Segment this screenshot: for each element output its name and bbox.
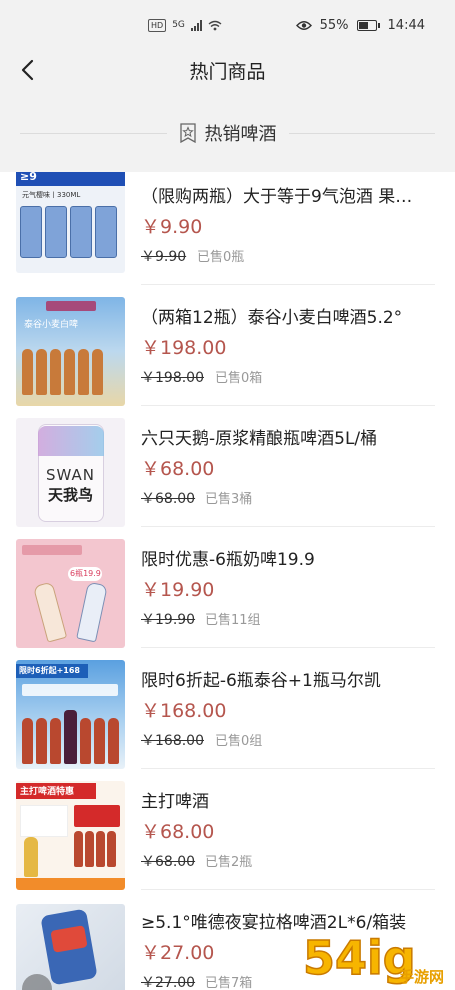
product-sold: 已售2瓶 <box>205 855 253 870</box>
battery-icon <box>356 19 380 31</box>
product-sold: 已售0瓶 <box>197 250 245 265</box>
product-thumbnail: 泰谷小麦白啤 <box>16 297 125 406</box>
product-old-price: ￥9.90 <box>141 249 187 265</box>
product-item[interactable]: SWAN 天我鸟 六只天鹅-原浆精酿瓶啤酒5L/桶 ￥68.00 ￥68.00 … <box>0 406 455 527</box>
product-price: ￥9.90 <box>141 216 203 238</box>
product-old-price: ￥68.00 <box>141 854 196 870</box>
status-right: 55% 14:44 <box>295 17 425 33</box>
product-price: ￥198.00 <box>141 337 227 359</box>
hd-badge: HD <box>148 18 167 32</box>
wifi-icon <box>208 20 222 30</box>
product-sold: 已售0箱 <box>215 371 263 386</box>
product-price: ￥27.00 <box>141 942 215 964</box>
star-badge-icon <box>179 123 196 143</box>
product-item[interactable]: 6瓶19.9 限时优惠-6瓶奶啤19.9 ￥19.90 ￥19.90 已售11组 <box>0 527 455 648</box>
site-watermark-logo: 54ig 手游网 <box>301 926 451 988</box>
eye-icon <box>295 20 312 30</box>
thumb-caption: 限时6折起+168 <box>19 666 80 675</box>
product-old-price: ￥198.00 <box>141 370 204 386</box>
product-list: ≥9 元气樱味丨330ML （限购两瓶）大于等于9气泡酒 果… ￥9.90 ￥9… <box>0 172 455 990</box>
section-header: 热销啤酒 <box>20 110 435 156</box>
thumb-subcaption: 天我鸟 <box>47 486 93 504</box>
product-old-price: ￥27.00 <box>141 975 196 990</box>
product-old-price: ￥168.00 <box>141 733 204 749</box>
back-button[interactable] <box>12 54 42 86</box>
product-thumbnail <box>16 904 125 990</box>
divider-right <box>288 132 435 134</box>
product-price: ￥68.00 <box>141 821 215 843</box>
thumb-caption: 6瓶19.9 <box>70 569 101 578</box>
product-name: 六只天鹅-原浆精酿瓶啤酒5L/桶 <box>141 429 378 449</box>
clock: 14:44 <box>387 17 425 33</box>
product-name: 主打啤酒 <box>141 792 209 812</box>
thumb-brand: ≥9 <box>20 172 37 183</box>
product-old-price: ￥19.90 <box>141 612 196 628</box>
thumb-caption: 主打啤酒特惠 <box>20 787 75 797</box>
product-name: （两箱12瓶）泰谷小麦白啤酒5.2° <box>141 308 403 328</box>
product-price: ￥68.00 <box>141 458 215 480</box>
product-sold: 已售11组 <box>205 613 261 628</box>
product-sold: 已售0组 <box>215 734 263 749</box>
divider-left <box>20 132 167 134</box>
product-name: 限时优惠-6瓶奶啤19.9 <box>141 550 315 570</box>
product-item[interactable]: ≥9 元气樱味丨330ML （限购两瓶）大于等于9气泡酒 果… ￥9.90 ￥9… <box>0 172 455 285</box>
network-indicators: HD 5G <box>148 18 222 32</box>
product-item[interactable]: 限时6折起+168 限时6折起-6瓶泰谷+1瓶马尔凯 ￥168.00 ￥168.… <box>0 648 455 769</box>
product-name: （限购两瓶）大于等于9气泡酒 果… <box>141 187 413 207</box>
product-item[interactable]: 主打啤酒特惠 主打啤酒 ￥68.00 ￥68.00 已售2瓶 <box>0 769 455 890</box>
product-thumbnail: 6瓶19.9 <box>16 539 125 648</box>
thumb-caption: 泰谷小麦白啤 <box>24 320 79 330</box>
product-price: ￥19.90 <box>141 579 215 601</box>
product-old-price: ￥68.00 <box>141 491 196 507</box>
page-title: 热门商品 <box>189 60 266 83</box>
product-name: 限时6折起-6瓶泰谷+1瓶马尔凯 <box>141 671 381 691</box>
product-sold: 已售7箱 <box>205 976 253 990</box>
product-thumbnail: ≥9 元气樱味丨330ML <box>16 172 125 273</box>
status-bar: HD 5G 55% 14:44 <box>0 0 455 50</box>
product-price: ￥168.00 <box>141 700 227 722</box>
battery-percent: 55% <box>319 17 349 33</box>
network-gen-label: 5G <box>172 20 185 30</box>
product-sold: 已售3桶 <box>205 492 253 507</box>
product-thumbnail: 限时6折起+168 <box>16 660 125 769</box>
svg-text:手游网: 手游网 <box>399 968 444 986</box>
app-header: 热门商品 <box>0 50 455 90</box>
thumb-caption: 元气樱味丨330ML <box>22 191 81 199</box>
product-thumbnail: 主打啤酒特惠 <box>16 781 125 890</box>
chevron-left-icon <box>21 59 34 81</box>
signal-icon <box>190 19 202 31</box>
thumb-caption: SWAN <box>45 466 95 484</box>
product-item[interactable]: 泰谷小麦白啤 （两箱12瓶）泰谷小麦白啤酒5.2° ￥198.00 ￥198.0… <box>0 285 455 406</box>
section-title: 热销啤酒 <box>204 124 277 145</box>
product-thumbnail: SWAN 天我鸟 <box>16 418 125 527</box>
